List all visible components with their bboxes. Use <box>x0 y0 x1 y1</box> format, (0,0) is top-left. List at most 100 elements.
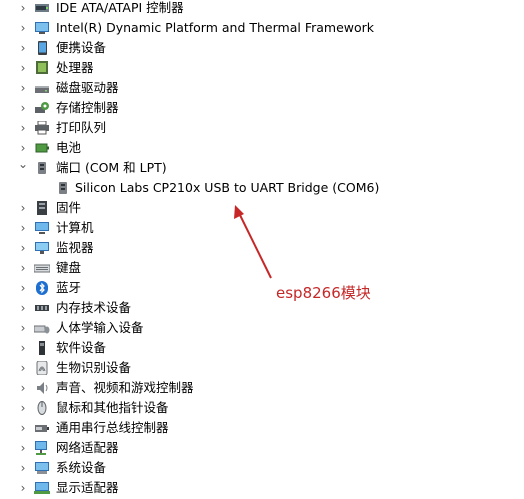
tree-item-ide[interactable]: › IDE ATA/ATAPI 控制器 <box>0 0 524 18</box>
tree-item-software-device[interactable]: › 软件设备 <box>0 338 524 358</box>
tree-item-usb[interactable]: › 通用串行总线控制器 <box>0 418 524 438</box>
disk-drive-icon <box>35 86 49 93</box>
tree-item-keyboard[interactable]: › 键盘 <box>0 258 524 278</box>
tree-item-print-queue[interactable]: › 打印队列 <box>0 118 524 138</box>
tree-item-sound-video[interactable]: › 声音、视频和游戏控制器 <box>0 378 524 398</box>
chevron-down-icon[interactable]: ⌄ <box>17 154 29 174</box>
tree-item-cp210x[interactable]: Silicon Labs CP210x USB to UART Bridge (… <box>0 178 524 198</box>
tree-item-label: Silicon Labs CP210x USB to UART Bridge (… <box>75 180 380 195</box>
tree-item-mouse[interactable]: › 鼠标和其他指针设备 <box>0 398 524 418</box>
tree-item-display-adapter[interactable]: › 显示适配器 <box>0 478 524 498</box>
tree-item-label: 网络适配器 <box>56 440 119 455</box>
chevron-right-icon[interactable]: › <box>17 338 29 358</box>
chevron-right-icon[interactable]: › <box>17 298 29 318</box>
chevron-right-icon[interactable]: › <box>17 238 29 258</box>
chevron-right-icon[interactable]: › <box>17 0 29 18</box>
tree-item-processor[interactable]: › 处理器 <box>0 58 524 78</box>
chevron-right-icon[interactable]: › <box>17 418 29 438</box>
chevron-right-icon[interactable]: › <box>17 218 29 238</box>
chevron-right-icon[interactable]: › <box>17 318 29 338</box>
network-adapter-icon <box>35 441 47 455</box>
chevron-right-icon[interactable]: › <box>17 198 29 218</box>
chevron-right-icon[interactable]: › <box>17 478 29 498</box>
chevron-right-icon[interactable]: › <box>17 458 29 478</box>
chevron-right-icon[interactable]: › <box>17 38 29 58</box>
chevron-right-icon[interactable]: › <box>17 398 29 418</box>
tree-item-portable[interactable]: › 便携设备 <box>0 38 524 58</box>
device-tree: › IDE ATA/ATAPI 控制器 › Intel(R) Dynamic P… <box>0 0 524 498</box>
chevron-right-icon[interactable]: › <box>17 278 29 298</box>
chevron-right-icon[interactable]: › <box>17 258 29 278</box>
tree-item-disk-drive[interactable]: › 磁盘驱动器 <box>0 78 524 98</box>
monitor-folder-icon <box>35 22 49 34</box>
tree-item-monitor[interactable]: › 监视器 <box>0 238 524 258</box>
tree-item-label: 处理器 <box>56 60 94 75</box>
tree-item-biometric[interactable]: › 生物识别设备 <box>0 358 524 378</box>
tree-item-network-adapter[interactable]: › 网络适配器 <box>0 438 524 458</box>
chevron-right-icon[interactable]: › <box>17 358 29 378</box>
tree-item-label: 软件设备 <box>56 340 107 355</box>
tree-item-system-device[interactable]: › 系统设备 <box>0 458 524 478</box>
chevron-right-icon[interactable]: › <box>17 438 29 458</box>
tree-item-label: 生物识别设备 <box>56 360 132 375</box>
tree-item-computer[interactable]: › 计算机 <box>0 218 524 238</box>
tree-item-hid[interactable]: › 人体学输入设备 <box>0 318 524 338</box>
tree-item-ports[interactable]: ⌄ 端口 (COM 和 LPT) <box>0 157 524 178</box>
tree-item-label: 蓝牙 <box>56 280 82 295</box>
chevron-right-icon[interactable]: › <box>17 118 29 138</box>
tree-item-label: 磁盘驱动器 <box>56 80 119 95</box>
system-device-icon <box>35 462 49 474</box>
display-adapter-icon <box>34 482 50 494</box>
tree-item-label: 打印队列 <box>56 120 107 135</box>
tree-item-label: 显示适配器 <box>56 480 119 495</box>
tree-item-firmware[interactable]: › 固件 <box>0 198 524 218</box>
tree-item-label: 电池 <box>56 140 82 155</box>
chevron-right-icon[interactable]: › <box>17 78 29 98</box>
ide-controller-icon <box>35 4 49 12</box>
chevron-right-icon[interactable]: › <box>17 98 29 118</box>
tree-item-label: 监视器 <box>56 240 94 255</box>
tree-item-label: 固件 <box>56 200 82 215</box>
storage-controller-icon <box>35 102 49 113</box>
keyboard-icon <box>34 264 50 273</box>
tree-item-memory-device[interactable]: › 内存技术设备 <box>0 298 524 318</box>
computer-icon <box>35 222 49 234</box>
tree-item-label: 通用串行总线控制器 <box>56 420 169 435</box>
monitor-icon <box>35 242 49 254</box>
hid-icon <box>34 325 50 334</box>
tree-item-label: 计算机 <box>56 220 94 235</box>
chevron-right-icon[interactable]: › <box>17 378 29 398</box>
tree-item-label: 内存技术设备 <box>56 300 132 315</box>
tree-item-label: 便携设备 <box>56 40 107 55</box>
tree-item-label: 声音、视频和游戏控制器 <box>56 380 194 395</box>
tree-item-label: 键盘 <box>56 260 82 275</box>
tree-item-storage-controller[interactable]: › 存储控制器 <box>0 98 524 118</box>
tree-item-label: 人体学输入设备 <box>56 320 144 335</box>
port-icon <box>38 162 46 174</box>
bluetooth-icon <box>36 281 48 295</box>
chevron-right-icon[interactable]: › <box>17 58 29 78</box>
portable-device-icon <box>38 41 47 55</box>
mouse-icon <box>37 401 47 415</box>
chevron-right-icon[interactable]: › <box>17 18 29 38</box>
speaker-icon <box>37 382 48 394</box>
tree-item-battery[interactable]: › 电池 <box>0 138 524 158</box>
tree-item-label: 系统设备 <box>56 460 107 475</box>
fingerprint-icon <box>36 361 48 375</box>
memory-device-icon <box>35 305 49 311</box>
tree-item-bluetooth[interactable]: › 蓝牙 <box>0 278 524 298</box>
battery-icon <box>35 143 49 153</box>
tree-item-intel-dptf[interactable]: › Intel(R) Dynamic Platform and Thermal … <box>0 18 524 38</box>
tree-item-label: 端口 (COM 和 LPT) <box>56 160 167 175</box>
firmware-icon <box>37 201 47 215</box>
processor-icon <box>36 61 48 74</box>
tree-item-label: 鼠标和其他指针设备 <box>56 400 169 415</box>
tree-item-label: 存储控制器 <box>56 100 119 115</box>
annotation-label: esp8266模块 <box>276 284 371 302</box>
tree-item-label: IDE ATA/ATAPI 控制器 <box>56 0 184 15</box>
usb-icon <box>35 425 49 432</box>
tree-item-label: Intel(R) Dynamic Platform and Thermal Fr… <box>56 20 375 35</box>
software-device-icon <box>39 341 45 355</box>
port-icon <box>59 182 67 194</box>
printer-icon <box>35 121 49 135</box>
